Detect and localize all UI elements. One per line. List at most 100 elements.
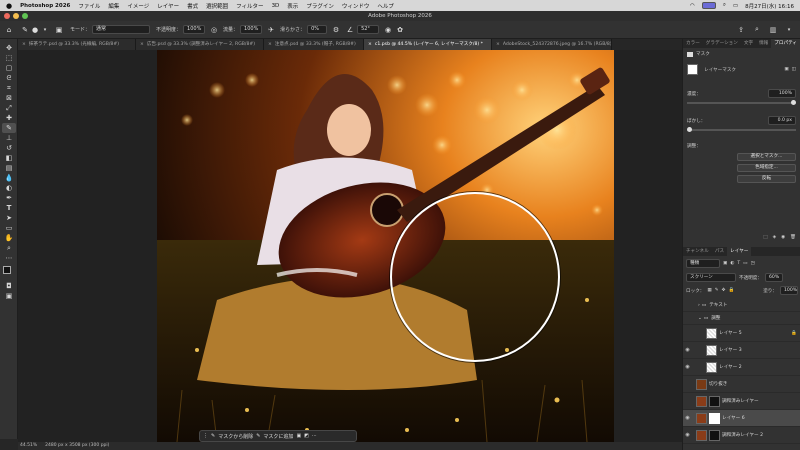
gear-icon[interactable]: ⚙ — [331, 25, 341, 35]
healing-brush-icon[interactable]: ✚ — [2, 113, 16, 123]
tab-color[interactable]: カラー — [683, 39, 703, 48]
tab-close-icon[interactable]: × — [268, 39, 272, 50]
home-icon[interactable]: ⌂ — [4, 25, 14, 35]
density-field[interactable]: 100% — [768, 89, 796, 98]
tab-layers[interactable]: レイヤー — [727, 247, 752, 256]
history-brush-icon[interactable]: ↺ — [2, 143, 16, 153]
menu-app-name[interactable]: Photoshop 2026 — [20, 3, 70, 9]
blend-mode-select[interactable]: スクリーン — [686, 273, 736, 282]
tab-paths[interactable]: パス — [712, 247, 727, 256]
menu-item-select[interactable]: 選択範囲 — [206, 2, 228, 10]
tab-close-icon[interactable]: × — [496, 39, 500, 50]
flow-field[interactable]: 100% — [240, 25, 263, 34]
pressure-opacity-icon[interactable]: ◎ — [209, 25, 219, 35]
path-selection-icon[interactable]: ➤ — [2, 213, 16, 223]
remove-from-mask-button[interactable]: マスクから削除 — [218, 433, 253, 440]
layer-group-text[interactable]: › ▭ テキスト — [683, 299, 800, 312]
feather-field[interactable]: 0.0 px — [768, 116, 796, 125]
select-and-mask-button[interactable]: 選択とマスク... — [737, 153, 796, 161]
brush-tool-icon[interactable]: ✎ — [20, 25, 30, 35]
mask-visibility-icon[interactable]: ◉ — [781, 235, 785, 240]
lock-position-icon[interactable]: ✥ — [722, 288, 726, 293]
zoom-tool-icon[interactable]: ⌕ — [2, 243, 16, 253]
zoom-window-button[interactable] — [22, 13, 28, 19]
layer-item[interactable]: ◉ レイヤー 2 — [683, 359, 800, 376]
artboard-tool-icon[interactable]: ⬚ — [2, 53, 16, 63]
layer-mask-thumbnail[interactable] — [709, 395, 720, 407]
chevron-right-icon[interactable]: › — [698, 303, 700, 308]
gradient-tool-icon[interactable]: ▤ — [2, 163, 16, 173]
wifi-icon[interactable]: ◠ — [690, 3, 695, 9]
tab-properties[interactable]: プロパティ — [771, 39, 800, 48]
pressure-size-icon[interactable]: ◉ — [383, 25, 393, 35]
lock-all-icon[interactable]: 🔒 — [728, 288, 734, 293]
mode-select[interactable]: 通常 — [92, 25, 151, 34]
airbrush-icon[interactable]: ✈ — [266, 25, 276, 35]
menu-item-image[interactable]: イメージ — [127, 2, 149, 10]
density-slider[interactable] — [687, 100, 796, 105]
feather-slider-knob[interactable] — [687, 127, 692, 132]
apply-mask-icon[interactable]: ◈ — [773, 235, 777, 240]
tab-close-icon[interactable]: × — [140, 39, 144, 50]
move-tool-icon[interactable]: ✥ — [2, 43, 16, 53]
eye-icon[interactable]: ◉ — [683, 347, 692, 353]
hand-tool-icon[interactable]: ✋ — [2, 233, 16, 243]
layer-item[interactable]: 調和済みレイヤー — [683, 393, 800, 410]
dodge-tool-icon[interactable]: ◐ — [2, 183, 16, 193]
brush-preset-icon[interactable]: ● — [30, 25, 40, 35]
layer-item[interactable]: レイヤー 5 🔒 — [683, 325, 800, 342]
pen-tool-icon[interactable]: ✒ — [2, 193, 16, 203]
menu-item-layer[interactable]: レイヤー — [157, 2, 179, 10]
brush-tool-icon[interactable]: ✎ — [2, 123, 16, 133]
mask-options-icon[interactable]: ▣ — [296, 433, 301, 439]
apple-icon[interactable]: ● — [6, 2, 12, 10]
filter-pixel-icon[interactable]: ▣ — [723, 261, 727, 266]
zoom-level[interactable]: 44.51% — [20, 442, 37, 450]
search-icon[interactable]: ⌕ — [723, 2, 726, 9]
angle-field[interactable]: 52° — [357, 25, 380, 34]
menu-item-help[interactable]: ヘルプ — [377, 2, 394, 10]
eyedropper-tool-icon[interactable]: ⤢ — [2, 103, 16, 113]
lock-pixels-icon[interactable]: ▦ — [707, 288, 711, 293]
menu-item-file[interactable]: ファイル — [78, 2, 100, 10]
layer-filter-select[interactable]: 種類 — [686, 259, 720, 268]
tab-document-1[interactable]: × 抹茶ラテ.psd @ 33.3% (光線編, RGB/8#) — [18, 39, 136, 50]
fill-field[interactable]: 100% — [780, 286, 798, 295]
tab-document-2[interactable]: × 広告.psd @ 33.3% (調整済みレイヤー 2, RGB/8#) — [136, 39, 264, 50]
select-pixel-mask-icon[interactable]: ▣ — [784, 67, 788, 72]
workspace-chevron-icon[interactable]: ▾ — [784, 25, 794, 35]
frame-tool-icon[interactable]: ⊠ — [2, 93, 16, 103]
chevron-down-icon[interactable]: ▾ — [40, 25, 50, 35]
delete-mask-icon[interactable]: 🗑 — [790, 235, 796, 240]
eye-icon[interactable]: ◉ — [683, 364, 692, 370]
filter-type-icon[interactable]: T — [737, 261, 740, 266]
control-center-icon[interactable] — [701, 2, 716, 9]
screen-mode-icon[interactable]: ▣ — [2, 291, 16, 301]
density-slider-knob[interactable] — [791, 100, 796, 105]
smoothing-field[interactable]: 0% — [307, 25, 328, 34]
menu-item-view[interactable]: 表示 — [287, 2, 298, 10]
more-options-icon[interactable]: ⋯ — [312, 433, 317, 439]
layer-item[interactable]: ◉ 調和済みレイヤー 2 — [683, 427, 800, 444]
quick-mask-icon[interactable]: ◘ — [2, 281, 16, 291]
layer-item-selected[interactable]: ◉ レイヤー 6 — [683, 410, 800, 427]
blur-tool-icon[interactable]: 💧 — [2, 173, 16, 183]
tab-close-icon[interactable]: × — [22, 39, 26, 50]
tab-channels[interactable]: チャンネル — [683, 247, 712, 256]
vector-mask-icon[interactable]: ◫ — [792, 67, 796, 72]
workspace-icon[interactable]: ▥ — [768, 25, 778, 35]
chevron-down-icon[interactable]: ⌄ — [698, 316, 702, 321]
rectangle-tool-icon[interactable]: ▭ — [2, 223, 16, 233]
layer-mask-thumbnail[interactable] — [709, 412, 720, 424]
clone-stamp-icon[interactable]: ⊥ — [2, 133, 16, 143]
symmetry-icon[interactable]: ✿ — [395, 25, 405, 35]
eye-icon[interactable]: ◉ — [683, 415, 692, 421]
menubar-clock[interactable]: 8月27日(水) 16:16 — [745, 2, 794, 10]
tab-document-5[interactable]: × AdobeStock_524372876.jpeg @ 16.7% (RGB… — [492, 39, 612, 50]
tab-document-4[interactable]: × c1.psb @ 44.5% (レイヤー 6, レイヤーマスク/8) * — [364, 39, 492, 50]
tab-gradient[interactable]: グラデーション — [703, 39, 741, 48]
eye-icon[interactable]: ◉ — [683, 432, 692, 438]
menu-item-plugins[interactable]: プラグイン — [306, 2, 334, 10]
lock-paint-icon[interactable]: ✎ — [715, 288, 719, 293]
eraser-tool-icon[interactable]: ◧ — [2, 153, 16, 163]
